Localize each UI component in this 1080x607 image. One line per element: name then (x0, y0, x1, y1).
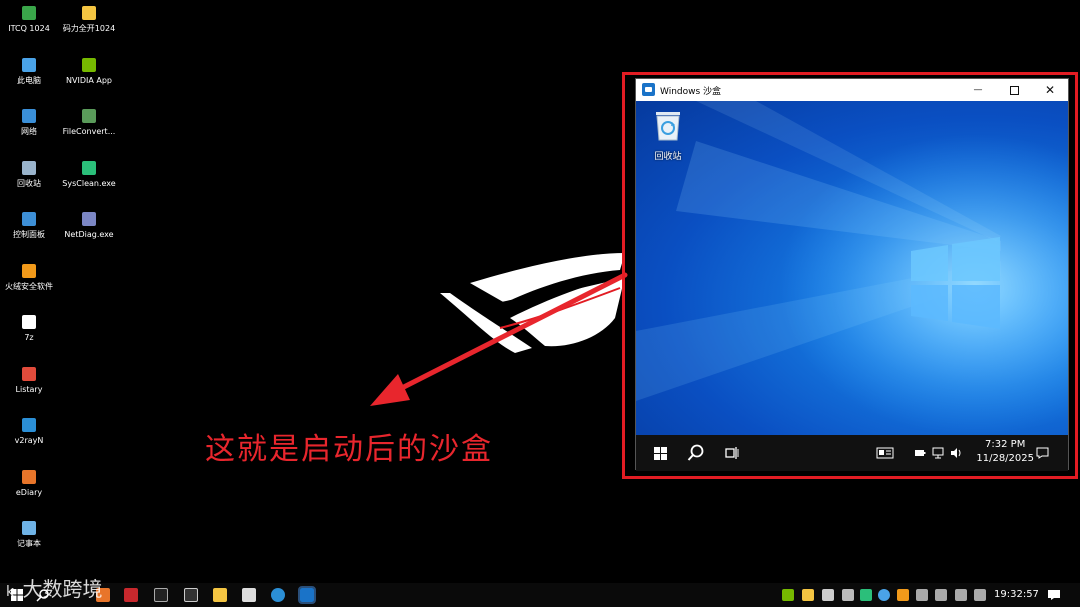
notepad-icon (22, 521, 36, 535)
desktop-icon[interactable]: Listary (0, 366, 62, 395)
host-notification-icon[interactable] (1047, 588, 1061, 602)
desktop-icon[interactable]: 7z (0, 315, 62, 343)
host-clock[interactable]: 19:32:57 (994, 589, 1039, 600)
tray-volume-icon[interactable] (916, 589, 928, 601)
host-chrome-icon[interactable] (271, 588, 285, 602)
desktop-icon-label: SysClean.exe (62, 178, 116, 188)
host-cmd-icon[interactable] (184, 588, 198, 602)
desktop-icon-label: 控制面板 (13, 230, 45, 239)
tray-app-icon[interactable] (802, 589, 814, 601)
desktop-icon[interactable]: SysClean.exe (56, 160, 122, 189)
desktop-icon-label: eDiary (15, 487, 43, 497)
desktop-icon[interactable]: FileConvert... (56, 109, 122, 137)
computer-icon (22, 57, 36, 72)
desktop-icon-label: 此电脑 (17, 75, 41, 85)
desktop-icon[interactable]: 控制面板 (0, 212, 62, 240)
annotation-arrow (370, 272, 628, 406)
desktop-icon-label: NetDiag.exe (64, 230, 114, 239)
desktop-icon[interactable]: 网络 (0, 109, 62, 137)
tray-network-icon[interactable] (955, 589, 967, 601)
huorong-icon (22, 263, 36, 278)
host-terminal-icon[interactable] (154, 588, 168, 602)
desktop-icon-label: FileConvert... (62, 127, 116, 136)
tray-nvidia-icon[interactable] (782, 589, 794, 601)
sysclean-icon (82, 160, 96, 175)
tray-sysclean-icon[interactable] (860, 589, 872, 601)
v2rayn-icon (22, 418, 36, 432)
7zip-icon (22, 315, 36, 329)
host-explorer-icon[interactable] (213, 588, 227, 602)
desktop-icon[interactable]: 记事本 (0, 521, 62, 549)
desktop-icon[interactable]: 火绒安全软件 (0, 263, 62, 292)
desktop-icon[interactable]: NVIDIA App (56, 57, 122, 86)
tray-settings-icon[interactable] (822, 589, 834, 601)
tray-copy-icon[interactable] (842, 589, 854, 601)
desktop-icon-label: 7z (24, 333, 34, 342)
tray-v2ray-icon[interactable] (878, 589, 890, 601)
desktop-icon-label: ITCQ 1024 (8, 24, 50, 33)
nvidia-icon (82, 57, 96, 72)
network-icon (22, 109, 36, 123)
desktop-icon[interactable]: NetDiag.exe (56, 212, 122, 240)
highlight-frame (622, 72, 1078, 479)
desktop-icon-label: 记事本 (17, 539, 41, 548)
watermark: k 大数跨境 (6, 573, 102, 602)
user-icon (22, 6, 36, 20)
desktop-icon[interactable]: 回收站 (0, 160, 62, 189)
desktop-icon[interactable]: v2rayN (0, 418, 62, 446)
folder-icon (82, 6, 96, 20)
ediary-icon (22, 469, 36, 484)
netdiag-icon (82, 212, 96, 226)
desktop-icon-label: 码力全开1024 (62, 24, 116, 33)
desktop-icon[interactable]: 码力全开1024 (56, 6, 122, 34)
desktop-icon-label: 网络 (21, 127, 37, 136)
watermark-logo: k (6, 584, 15, 600)
control-panel-icon (22, 212, 36, 226)
desktop-icon[interactable]: ITCQ 1024 (0, 6, 62, 34)
host-taskbar-app-icon[interactable] (124, 588, 138, 602)
desktop-icon[interactable]: eDiary (0, 469, 62, 498)
host-printer-icon[interactable] (242, 588, 256, 602)
listary-icon (22, 366, 36, 381)
desktop-icon-label: v2rayN (14, 436, 44, 445)
tray-huorong-icon[interactable] (897, 589, 909, 601)
tray-speaker-icon[interactable] (974, 589, 986, 601)
desktop-icon-label: NVIDIA App (66, 75, 112, 85)
recycle-bin-icon (22, 160, 36, 175)
annotation-text: 这就是启动后的沙盒 (205, 432, 493, 467)
desktop-icon[interactable]: 此电脑 (0, 57, 62, 86)
desktop-icon-label: 回收站 (17, 178, 41, 188)
watermark-text: 大数跨境 (22, 577, 103, 601)
host-sandbox-icon[interactable] (298, 586, 316, 604)
desktop-icon-label: Listary (15, 384, 43, 394)
host-taskbar: 19:32:57 (0, 583, 1080, 607)
tray-battery-icon[interactable] (935, 589, 947, 601)
file-convert-icon (82, 109, 96, 123)
desktop-icon-label: 火绒安全软件 (5, 281, 53, 291)
